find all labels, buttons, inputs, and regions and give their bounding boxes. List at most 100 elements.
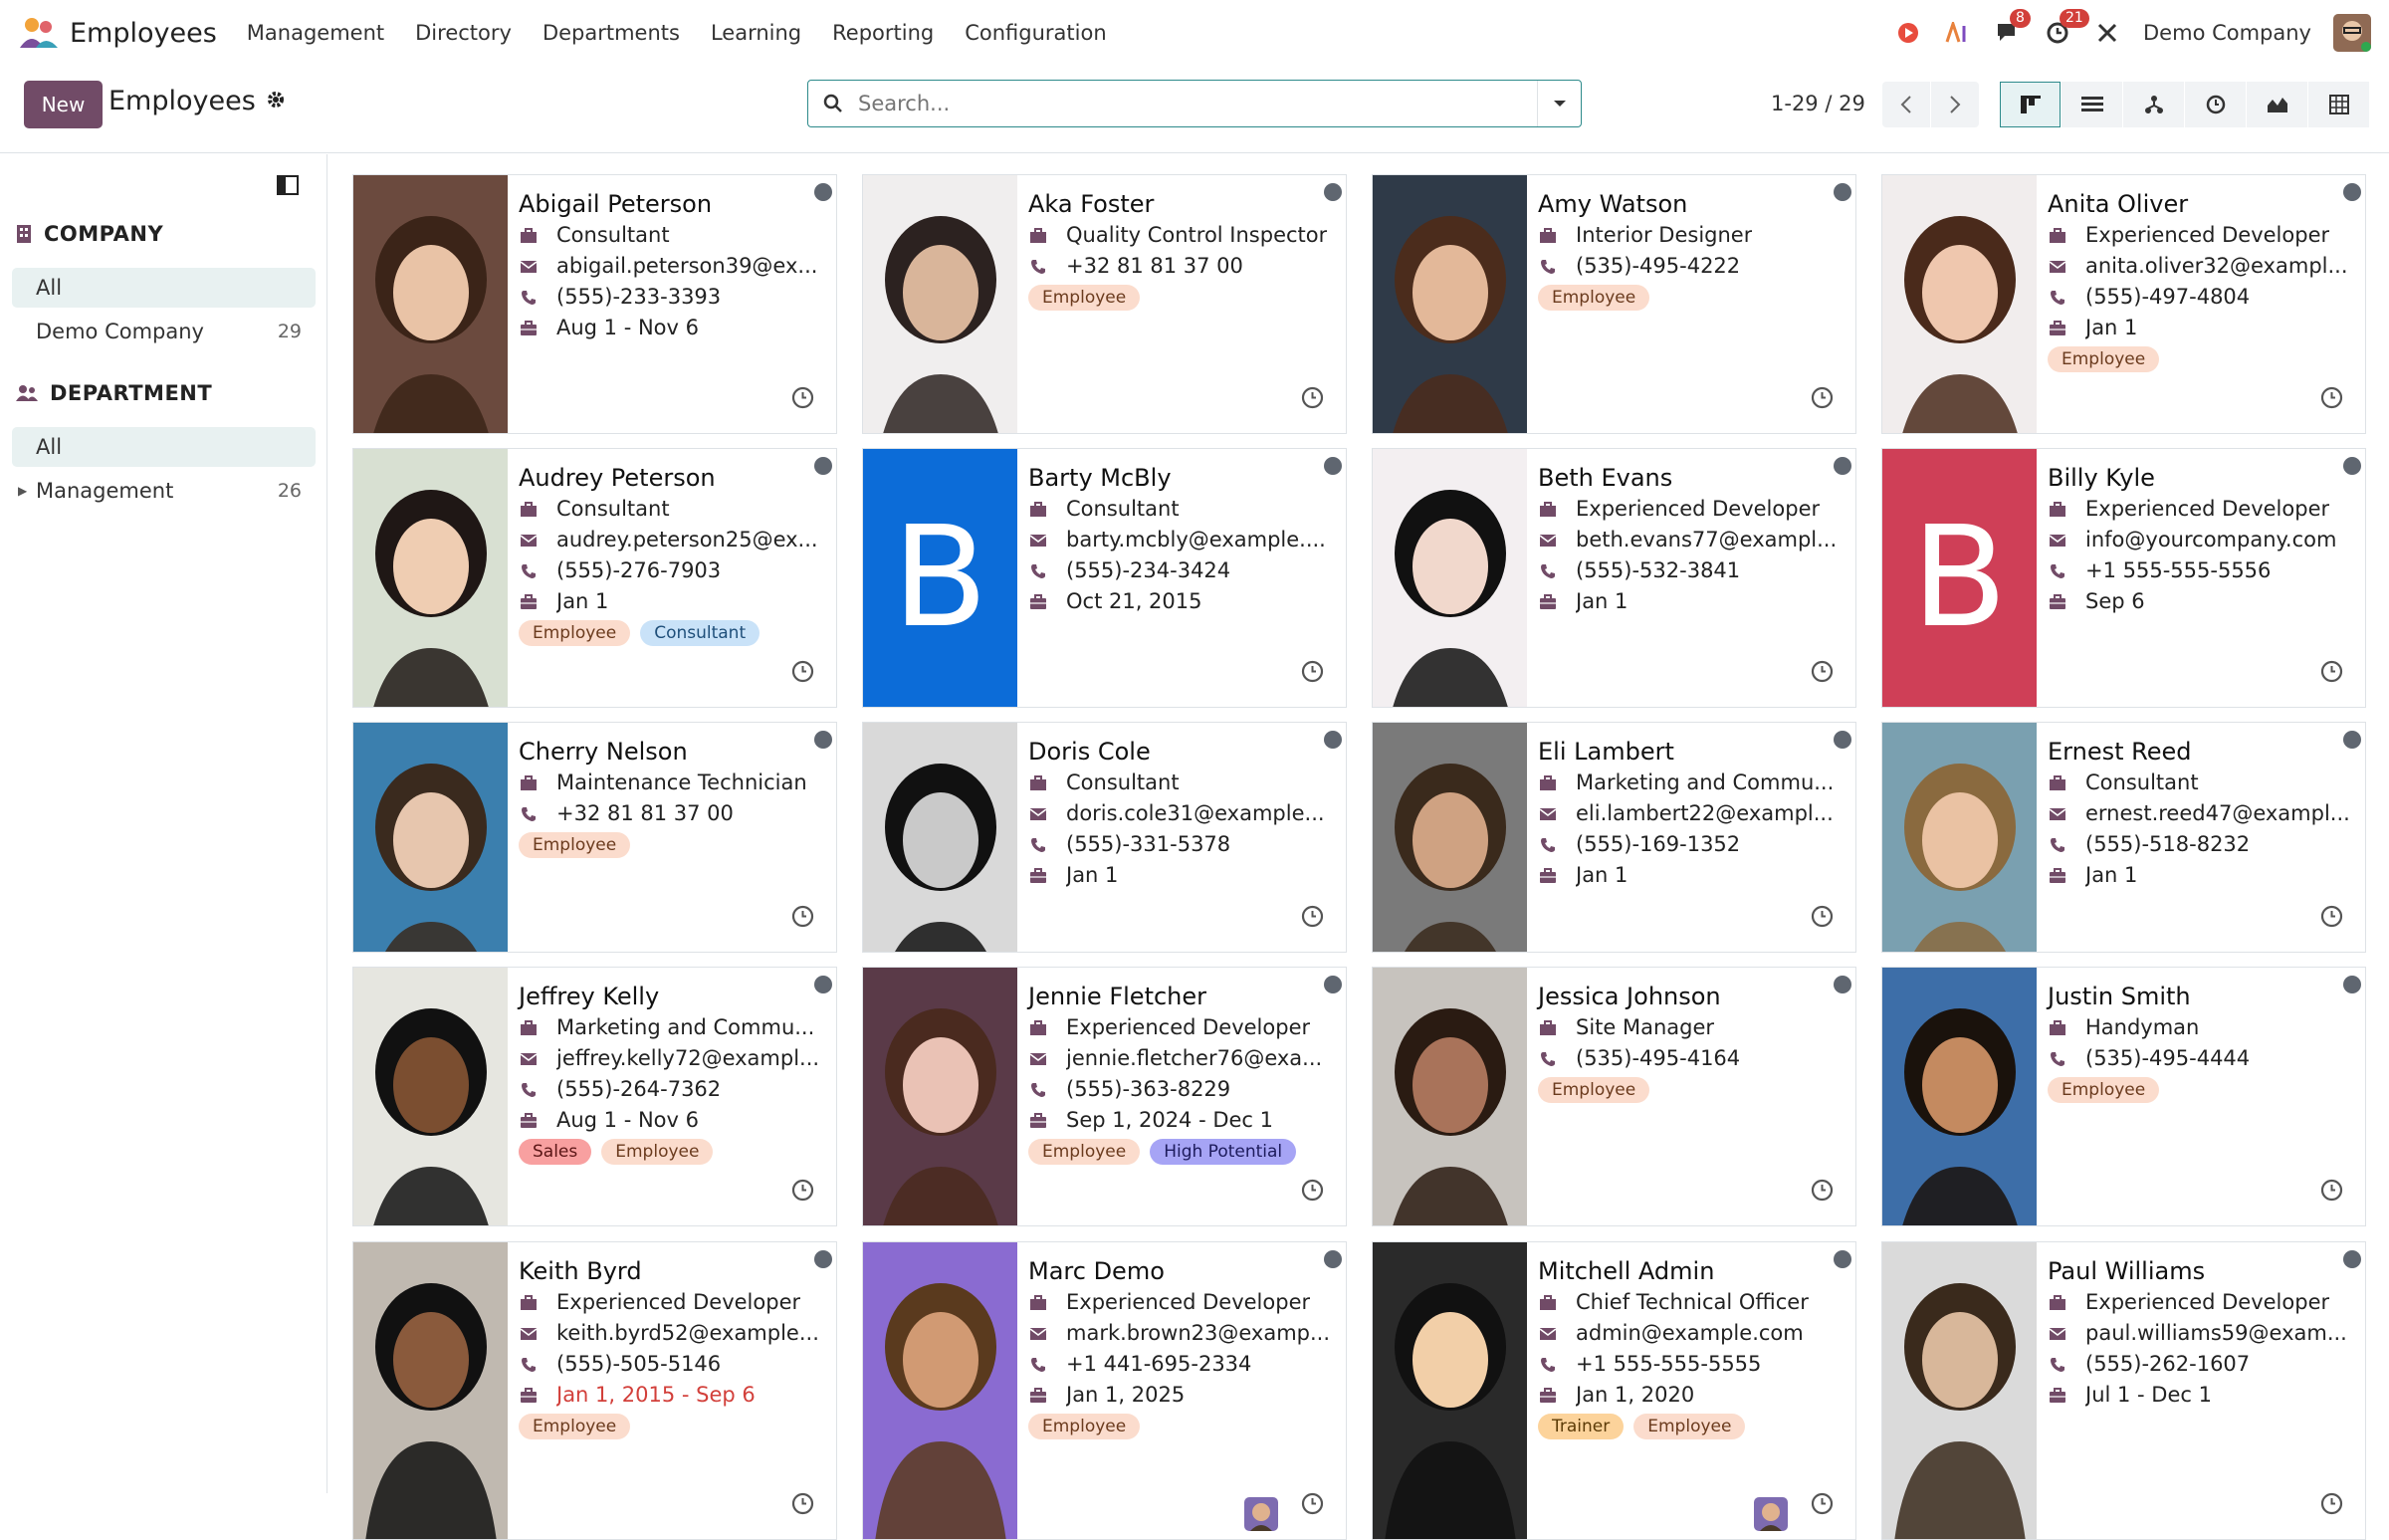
employee-card[interactable]: Jessica Johnson Site Manager (535)-495-416…	[1372, 967, 1856, 1226]
employee-name[interactable]: Abigail Peterson	[519, 188, 824, 220]
employee-name[interactable]: Barty McBly	[1028, 462, 1334, 494]
employee-name[interactable]: Aka Foster	[1028, 188, 1334, 220]
list-view-button[interactable]	[2062, 82, 2122, 127]
employee-card[interactable]: Amy Watson Interior Designer (535)-495-422…	[1372, 174, 1856, 434]
employee-name[interactable]: Jeffrey Kelly	[519, 981, 824, 1012]
employee-name[interactable]: Anita Oliver	[2048, 188, 2353, 220]
activity-clock-icon[interactable]	[2320, 386, 2343, 409]
graph-view-button[interactable]	[2247, 82, 2307, 127]
employee-card[interactable]: Keith Byrd Experienced Developer keith.byr…	[352, 1241, 837, 1540]
employee-name[interactable]: Jessica Johnson	[1538, 981, 1844, 1012]
employee-card[interactable]: B Barty McBly Consultant barty.mcbly@exampl…	[862, 448, 1347, 708]
activity-clock-icon[interactable]	[791, 1179, 814, 1202]
activity-clock-icon[interactable]	[1811, 660, 1834, 683]
new-button[interactable]: New	[24, 81, 103, 128]
activity-clock-icon[interactable]	[1301, 905, 1324, 928]
gear-icon[interactable]	[266, 86, 286, 116]
employee-card[interactable]: Jeffrey Kelly Marketing and Commu... jeffr…	[352, 967, 837, 1226]
activity-clock-icon[interactable]	[1811, 905, 1834, 928]
ai-icon[interactable]	[1944, 19, 1972, 47]
activity-clock-icon[interactable]	[2320, 1179, 2343, 1202]
employee-name[interactable]: Amy Watson	[1538, 188, 1844, 220]
record-icon[interactable]	[1894, 19, 1922, 47]
activity-clock-icon[interactable]	[791, 386, 814, 409]
search-input[interactable]	[858, 81, 1537, 126]
employee-name[interactable]: Billy Kyle	[2048, 462, 2353, 494]
department-filter-management[interactable]: ▶ Management 26	[12, 471, 316, 511]
kanban-view-button[interactable]	[2000, 82, 2061, 127]
employee-name[interactable]: Marc Demo	[1028, 1255, 1334, 1287]
activity-view-button[interactable]	[2185, 82, 2246, 127]
presence-status-icon	[1834, 976, 1851, 993]
employee-card[interactable]: Beth Evans Experienced Developer beth.evan…	[1372, 448, 1856, 708]
user-avatar[interactable]	[1754, 1497, 1788, 1531]
employee-field: beth.evans77@exampl...	[1538, 525, 1844, 555]
employee-name[interactable]: Justin Smith	[2048, 981, 2353, 1012]
employee-name[interactable]: Jennie Fletcher	[1028, 981, 1334, 1012]
employee-card[interactable]: Mitchell Admin Chief Technical Officer adm…	[1372, 1241, 1856, 1540]
menu-configuration[interactable]: Configuration	[965, 21, 1106, 45]
pager-value[interactable]: 1-29 / 29	[1771, 92, 1865, 115]
employee-card[interactable]: Abigail Peterson Consultant abigail.peters…	[352, 174, 837, 434]
employee-card[interactable]: Cherry Nelson Maintenance Technician +32 8…	[352, 722, 837, 953]
employee-name[interactable]: Keith Byrd	[519, 1255, 824, 1287]
user-avatar[interactable]	[2333, 14, 2371, 52]
company-switcher[interactable]: Demo Company	[2143, 21, 2311, 45]
employee-card[interactable]: Jennie Fletcher Experienced Developer jenn…	[862, 967, 1347, 1226]
pager-previous-button[interactable]	[1882, 82, 1930, 127]
employee-name[interactable]: Beth Evans	[1538, 462, 1844, 494]
clock-icon	[2206, 95, 2225, 114]
employee-card[interactable]: Doris Cole Consultant doris.cole31@example…	[862, 722, 1347, 953]
activity-clock-icon[interactable]	[791, 1492, 814, 1515]
employee-card[interactable]: Aka Foster Quality Control Inspector +32 8…	[862, 174, 1347, 434]
hierarchy-view-button[interactable]	[2123, 82, 2184, 127]
activity-clock-icon[interactable]	[1301, 1492, 1324, 1515]
activity-clock-icon[interactable]	[2320, 905, 2343, 928]
employee-card[interactable]: Audrey Peterson Consultant audrey.peterson…	[352, 448, 837, 708]
employee-card[interactable]: Eli Lambert Marketing and Commu... eli.lam…	[1372, 722, 1856, 953]
envelope-icon	[1538, 531, 1558, 550]
employee-name[interactable]: Paul Williams	[2048, 1255, 2353, 1287]
tools-icon[interactable]	[2093, 19, 2121, 47]
activity-clock-icon[interactable]	[1811, 1492, 1834, 1515]
employee-field: Experienced Developer	[519, 1287, 824, 1318]
menu-management[interactable]: Management	[247, 21, 384, 45]
employee-card[interactable]: Ernest Reed Consultant ernest.reed47@examp…	[1881, 722, 2366, 953]
activity-clock-icon[interactable]	[1301, 1179, 1324, 1202]
employee-card[interactable]: B Billy Kyle Experienced Developer info@you…	[1881, 448, 2366, 708]
activity-clock-icon[interactable]	[791, 660, 814, 683]
activity-clock-icon[interactable]	[1301, 386, 1324, 409]
caret-right-icon[interactable]: ▶	[18, 484, 27, 498]
chat-icon[interactable]: 8	[1994, 9, 2031, 47]
activity-clock-icon[interactable]: 21	[2044, 9, 2089, 47]
activity-clock-icon[interactable]	[1811, 386, 1834, 409]
company-filter-demo-company[interactable]: Demo Company 29	[12, 312, 316, 351]
activity-clock-icon[interactable]	[2320, 660, 2343, 683]
company-filter-all[interactable]: All	[12, 268, 316, 308]
employee-name[interactable]: Eli Lambert	[1538, 736, 1844, 768]
activity-clock-icon[interactable]	[2320, 1492, 2343, 1515]
employee-card[interactable]: Justin Smith Handyman (535)-495-4444 Employ…	[1881, 967, 2366, 1226]
activity-clock-icon[interactable]	[1811, 1179, 1834, 1202]
user-avatar[interactable]	[1244, 1497, 1278, 1531]
employee-card[interactable]: Marc Demo Experienced Developer mark.brown…	[862, 1241, 1347, 1540]
search-options-toggle[interactable]	[1537, 81, 1581, 126]
menu-reporting[interactable]: Reporting	[832, 21, 934, 45]
employee-name[interactable]: Ernest Reed	[2048, 736, 2353, 768]
sidebar-toggle-icon[interactable]	[277, 174, 299, 196]
activity-clock-icon[interactable]	[791, 905, 814, 928]
employee-name[interactable]: Doris Cole	[1028, 736, 1334, 768]
activity-clock-icon[interactable]	[1301, 660, 1324, 683]
menu-directory[interactable]: Directory	[415, 21, 512, 45]
pivot-view-button[interactable]	[2308, 82, 2369, 127]
menu-learning[interactable]: Learning	[711, 21, 801, 45]
employee-name[interactable]: Audrey Peterson	[519, 462, 824, 494]
department-filter-all[interactable]: All	[12, 427, 316, 467]
pager-next-button[interactable]	[1931, 82, 1979, 127]
menu-departments[interactable]: Departments	[543, 21, 680, 45]
employee-card[interactable]: Anita Oliver Experienced Developer anita.o…	[1881, 174, 2366, 434]
employee-card[interactable]: Paul Williams Experienced Developer paul.w…	[1881, 1241, 2366, 1540]
employee-name[interactable]: Mitchell Admin	[1538, 1255, 1844, 1287]
employee-name[interactable]: Cherry Nelson	[519, 736, 824, 768]
app-home[interactable]: Employees	[18, 16, 217, 50]
